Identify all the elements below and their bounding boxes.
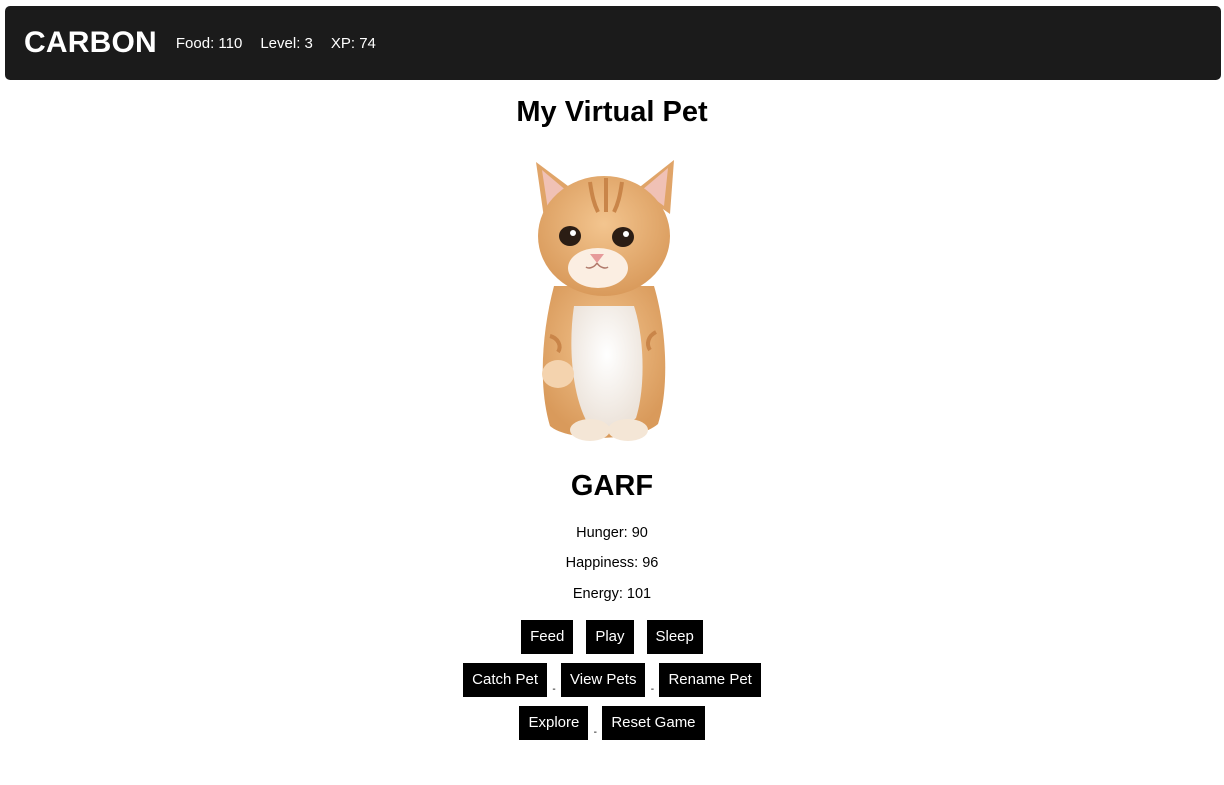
level-counter: Level: 3 <box>260 34 313 52</box>
pet-management-row: Catch Pet - View Pets - Rename Pet <box>0 663 1224 697</box>
care-actions-row: Feed Play Sleep <box>0 620 1224 654</box>
separator: - <box>650 684 655 695</box>
happiness-stat: Happiness: 96 <box>565 555 659 571</box>
brand-logo: CARBON <box>24 26 157 59</box>
rename-pet-button[interactable]: Rename Pet <box>659 663 761 697</box>
top-navbar: CARBON Food: 110 Level: 3 XP: 74 <box>5 6 1221 80</box>
play-button[interactable]: Play <box>586 620 634 654</box>
sleep-button[interactable]: Sleep <box>646 620 703 654</box>
explore-button[interactable]: Explore <box>519 706 589 740</box>
reset-game-button[interactable]: Reset Game <box>602 706 705 740</box>
page-title: My Virtual Pet <box>516 96 708 128</box>
view-pets-button[interactable]: View Pets <box>561 663 646 697</box>
catch-pet-button[interactable]: Catch Pet <box>463 663 548 697</box>
hunger-stat: Hunger: 90 <box>576 525 648 541</box>
xp-counter: XP: 74 <box>330 34 376 52</box>
food-counter: Food: 110 <box>175 34 243 52</box>
separator: - <box>552 684 556 695</box>
game-actions-row: Explore - Reset Game <box>0 706 1224 740</box>
separator: - <box>593 727 597 738</box>
kitten-image <box>536 160 674 441</box>
pet-name: GARF <box>570 470 654 502</box>
feed-button[interactable]: Feed <box>521 620 574 654</box>
energy-stat: Energy: 101 <box>572 586 652 602</box>
